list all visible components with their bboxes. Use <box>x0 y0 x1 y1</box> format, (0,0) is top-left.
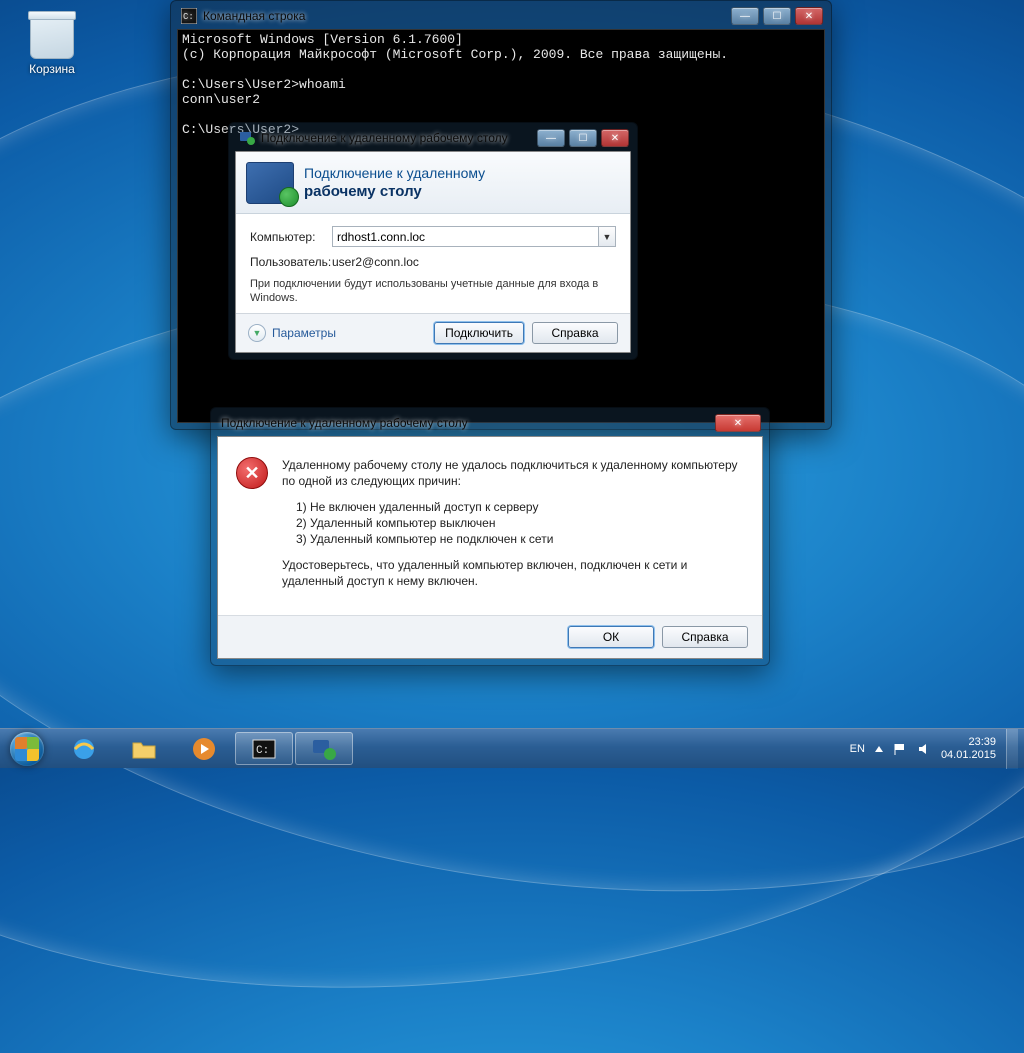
rdp-titlebar[interactable]: Подключение к удаленному рабочему столу … <box>235 129 631 151</box>
ie-icon <box>71 736 97 762</box>
err-advice: Удостоверьтесь, что удаленный компьютер … <box>282 557 744 589</box>
tray-time[interactable]: 23:39 <box>941 736 996 749</box>
ok-button[interactable]: ОК <box>568 626 654 648</box>
err-reason-1: 1) Не включен удаленный доступ к серверу <box>296 499 744 515</box>
error-icon: ✕ <box>236 457 268 489</box>
err-title: Подключение к удаленному рабочему столу <box>221 416 468 430</box>
windows-logo-icon <box>10 732 44 766</box>
media-player-icon <box>191 736 217 762</box>
cmd-title: Командная строка <box>203 9 305 23</box>
window-rdp: Подключение к удаленному рабочему столу … <box>228 122 638 360</box>
rdp-hint: При подключении будут использованы учетн… <box>250 277 616 305</box>
taskbar-cmd[interactable]: C: <box>235 732 293 765</box>
rdp-title: Подключение к удаленному рабочему столу <box>261 131 508 145</box>
computer-label: Компьютер: <box>250 230 332 244</box>
taskbar-explorer[interactable] <box>115 732 173 765</box>
computer-dropdown-button[interactable]: ▼ <box>599 226 616 247</box>
svg-text:C:: C: <box>256 745 269 757</box>
cmd-minimize-button[interactable]: — <box>731 7 759 25</box>
tray-flag-icon[interactable] <box>893 742 907 756</box>
rdp-minimize-button[interactable]: — <box>537 129 565 147</box>
help-button[interactable]: Справка <box>532 322 618 344</box>
taskbar-media-player[interactable] <box>175 732 233 765</box>
tray-volume-icon[interactable] <box>917 742 931 756</box>
tray-lang[interactable]: EN <box>850 743 865 755</box>
taskbar: C: EN 23:39 04.01.2015 <box>0 728 1024 768</box>
err-titlebar[interactable]: Подключение к удаленному рабочему столу … <box>217 414 763 436</box>
rdp-banner-line2: рабочему столу <box>304 183 422 200</box>
user-label: Пользователь: <box>250 255 332 269</box>
taskbar-ie[interactable] <box>55 732 113 765</box>
chevron-down-icon: ▼ <box>248 324 266 342</box>
rdp-icon <box>311 736 337 762</box>
tray-show-hidden-icon[interactable] <box>875 746 883 752</box>
err-reason-2: 2) Удаленный компьютер выключен <box>296 515 744 531</box>
rdp-params-expander[interactable]: ▼ Параметры <box>248 324 336 342</box>
connect-button[interactable]: Подключить <box>434 322 524 344</box>
show-desktop-button[interactable] <box>1006 729 1018 769</box>
folder-icon <box>131 736 157 762</box>
err-help-button[interactable]: Справка <box>662 626 748 648</box>
tray-date[interactable]: 04.01.2015 <box>941 749 996 762</box>
cmd-titlebar[interactable]: C: Командная строка — ☐ ✕ <box>177 7 825 29</box>
cmd-maximize-button[interactable]: ☐ <box>763 7 791 25</box>
svg-text:C:: C: <box>183 12 194 22</box>
cmd-close-button[interactable]: ✕ <box>795 7 823 25</box>
rdp-close-button[interactable]: ✕ <box>601 129 629 147</box>
taskbar-rdp[interactable] <box>295 732 353 765</box>
recycle-bin-label: Корзина <box>15 62 89 76</box>
rdp-params-label: Параметры <box>272 326 336 340</box>
user-value: user2@conn.loc <box>332 255 419 269</box>
cmd-icon: C: <box>251 736 277 762</box>
err-message: Удаленному рабочему столу не удалось под… <box>282 457 744 489</box>
rdp-icon <box>239 130 255 146</box>
start-button[interactable] <box>0 729 54 768</box>
err-reason-3: 3) Удаленный компьютер не подключен к се… <box>296 531 744 547</box>
cmd-icon: C: <box>181 8 197 24</box>
window-error: Подключение к удаленному рабочему столу … <box>210 407 770 666</box>
rdp-maximize-button[interactable]: ☐ <box>569 129 597 147</box>
computer-input[interactable] <box>332 226 599 247</box>
desktop-icon-recycle-bin[interactable]: Корзина <box>15 15 89 76</box>
rdp-banner: Подключение к удаленному рабочему столу <box>236 152 630 214</box>
err-close-button[interactable]: ✕ <box>715 414 761 432</box>
recycle-bin-icon <box>30 15 74 59</box>
rdp-logo-icon <box>246 162 294 204</box>
rdp-banner-line1: Подключение к удаленному <box>304 164 485 182</box>
